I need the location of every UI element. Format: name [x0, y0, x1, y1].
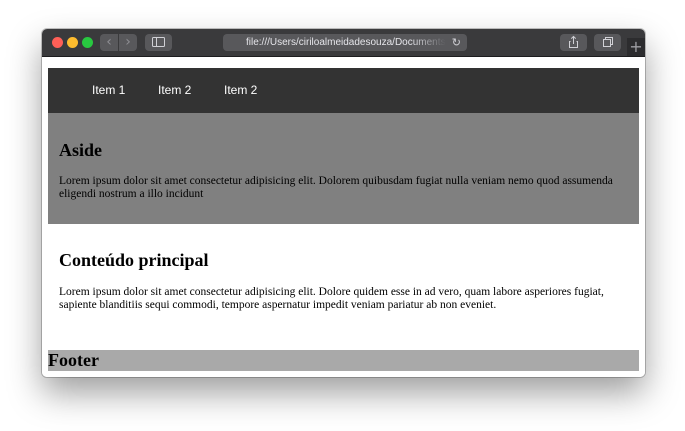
browser-window: ‹ › file:///Users/ciriloalmeidadesouza/D… [42, 29, 645, 377]
forward-button[interactable]: › [119, 34, 137, 51]
address-bar[interactable]: file:///Users/ciriloalmeidadesouza/Docum… [223, 34, 467, 51]
nav-item-1[interactable]: Item 1 [92, 68, 125, 113]
top-navigation: Item 1 Item 2 Item 2 [48, 68, 639, 113]
url-text: file:///Users/ciriloalmeidadesouza/Docum… [246, 37, 446, 48]
tab-overview-button[interactable] [594, 34, 621, 51]
share-icon [569, 35, 578, 48]
aside-section: Aside Lorem ipsum dolor sit amet consect… [48, 113, 639, 224]
browser-toolbar: ‹ › file:///Users/ciriloalmeidadesouza/D… [42, 29, 645, 57]
web-page: Item 1 Item 2 Item 2 Aside Lorem ipsum d… [42, 57, 645, 377]
footer: Footer [48, 350, 639, 371]
share-button[interactable] [560, 34, 587, 51]
close-window-button[interactable] [52, 37, 63, 48]
aside-paragraph: Lorem ipsum dolor sit amet consectetur a… [59, 175, 613, 200]
chevron-right-icon: › [125, 34, 131, 50]
main-heading: Conteúdo principal [59, 250, 209, 270]
plus-icon: + [629, 37, 643, 56]
main-content: Conteúdo principal Lorem ipsum dolor sit… [48, 224, 639, 350]
nav-item-2[interactable]: Item 2 [158, 68, 191, 113]
chevron-left-icon: ‹ [106, 34, 112, 50]
reload-icon[interactable]: ↻ [452, 34, 461, 51]
nav-item-3[interactable]: Item 2 [224, 68, 257, 113]
footer-heading: Footer [48, 350, 99, 370]
back-button[interactable]: ‹ [100, 34, 118, 51]
minimize-window-button[interactable] [67, 37, 78, 48]
sidebar-toggle-button[interactable] [145, 34, 172, 51]
tabs-icon [603, 37, 613, 47]
zoom-window-button[interactable] [82, 37, 93, 48]
aside-heading: Aside [59, 140, 103, 160]
sidebar-icon [152, 37, 165, 47]
main-paragraph: Lorem ipsum dolor sit amet consectetur a… [59, 286, 604, 311]
new-tab-button[interactable]: + [627, 38, 645, 56]
